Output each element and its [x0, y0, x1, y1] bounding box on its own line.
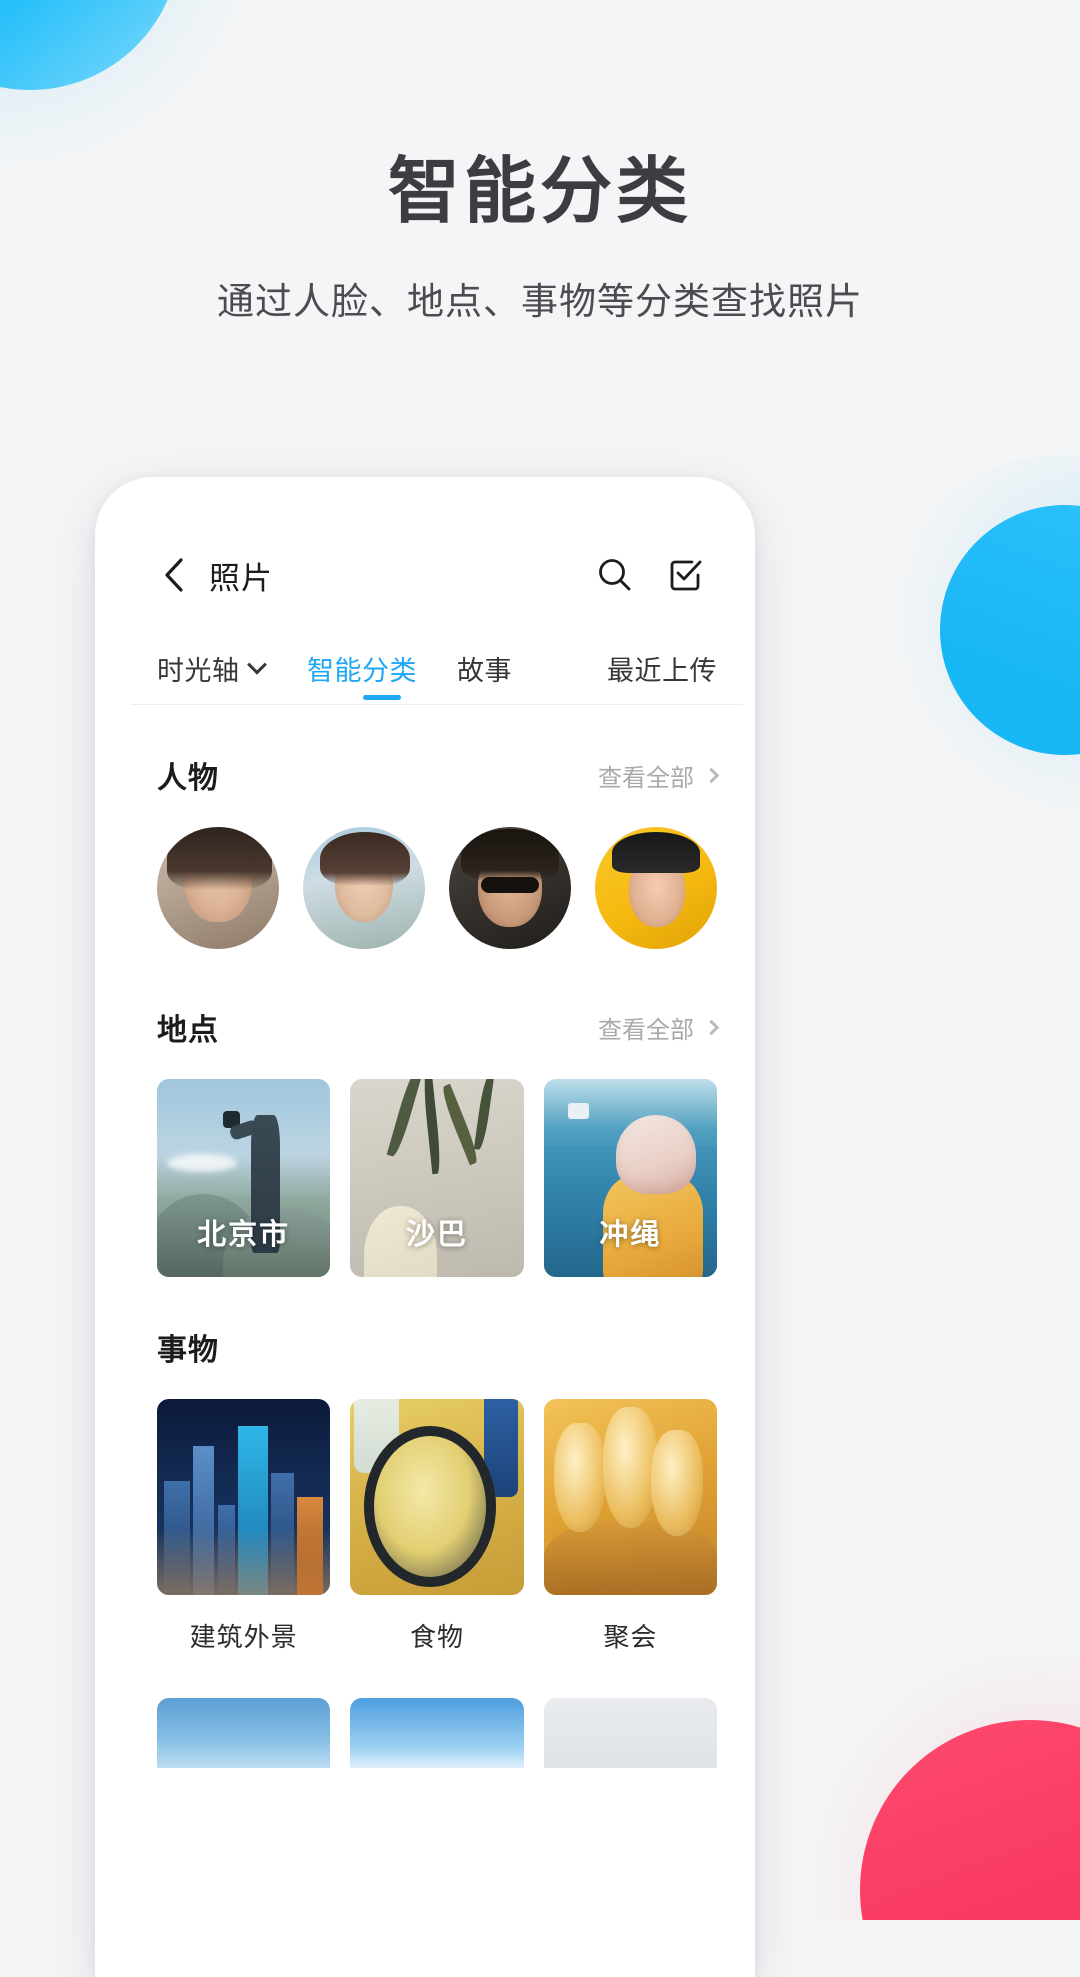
- section-people-header: 人物 查看全部: [157, 705, 720, 827]
- app-navbar: 照片: [131, 531, 743, 619]
- chevron-right-icon: [703, 767, 720, 783]
- hero-section: 智能分类 通过人脸、地点、事物等分类查找照片: [0, 0, 1080, 325]
- bowl-detail: [364, 1426, 496, 1588]
- place-card-label: 北京市: [197, 1219, 291, 1251]
- tab-timeline[interactable]: 时光轴: [157, 649, 307, 704]
- city-glow-detail: [157, 1528, 331, 1595]
- things-grid: 建筑外景 食物 聚会: [157, 1399, 717, 1654]
- person-avatar-3[interactable]: [449, 827, 571, 949]
- leaf-detail: [386, 1079, 424, 1159]
- search-button[interactable]: [589, 549, 641, 601]
- tab-stories[interactable]: 故事: [457, 649, 607, 704]
- tab-smart-category[interactable]: 智能分类: [307, 649, 457, 704]
- phone-screen: 照片 时光轴 智能分类 故事 最近上传 人物 查看全部 地点 查看全部 北京市 …: [107, 489, 743, 1977]
- tab-recent-uploads[interactable]: 最近上传: [607, 649, 717, 704]
- checkbox-select-icon: [670, 560, 702, 591]
- section-things: 事物 建筑外景 食物 聚会: [131, 1277, 743, 1654]
- thing-tile-partial-3[interactable]: [543, 1698, 717, 1768]
- section-things-header: 事物: [157, 1277, 717, 1399]
- page-title: 智能分类: [387, 152, 692, 232]
- hand-detail: [543, 1520, 717, 1595]
- sunglasses-detail: [480, 877, 540, 893]
- thing-tile-food[interactable]: 食物: [350, 1399, 524, 1654]
- section-people: 人物 查看全部: [131, 705, 743, 957]
- section-things-title: 事物: [157, 1334, 219, 1367]
- active-tab-indicator: [363, 695, 401, 700]
- chevron-down-icon: [246, 654, 267, 675]
- back-button[interactable]: [153, 555, 193, 595]
- page-subtitle: 通过人脸、地点、事物等分类查找照片: [217, 280, 863, 322]
- tab-smart-category-label: 智能分类: [307, 656, 417, 686]
- navbar-title: 照片: [209, 560, 273, 596]
- section-people-see-all-label: 查看全部: [598, 764, 694, 792]
- leaf-detail: [473, 1079, 495, 1151]
- thing-tile-label: 聚会: [603, 1622, 658, 1652]
- place-card-label: 冲绳: [599, 1219, 662, 1251]
- section-places-see-all[interactable]: 查看全部: [598, 1010, 720, 1045]
- tab-recent-uploads-label: 最近上传: [607, 656, 717, 686]
- section-places: 地点 查看全部 北京市 沙巴 冲绳: [131, 957, 743, 1277]
- thing-tile-party[interactable]: 聚会: [543, 1399, 717, 1654]
- section-places-header: 地点 查看全部: [157, 957, 720, 1079]
- thing-thumbnail: [350, 1399, 524, 1595]
- people-avatar-row: [157, 827, 717, 957]
- chevron-right-icon: [703, 1019, 720, 1035]
- hat-detail: [616, 1114, 697, 1194]
- person-avatar-1[interactable]: [157, 827, 279, 949]
- section-people-title: 人物: [157, 762, 219, 795]
- select-button[interactable]: [659, 549, 711, 601]
- avatar: [157, 827, 279, 949]
- ship-detail: [567, 1102, 589, 1119]
- leaf-detail: [421, 1079, 443, 1175]
- glass-detail: [651, 1430, 704, 1537]
- glass-detail: [602, 1406, 659, 1529]
- avatar: [303, 827, 425, 949]
- tab-timeline-label: 时光轴: [157, 656, 240, 686]
- thing-tile-partial-2[interactable]: [350, 1698, 524, 1768]
- place-card-okinawa[interactable]: 冲绳: [543, 1079, 717, 1277]
- avatar: [595, 827, 717, 949]
- phone-mockup: 照片 时光轴 智能分类 故事 最近上传 人物 查看全部 地点 查看全部 北京市 …: [95, 477, 755, 1977]
- thing-tile-label: 建筑外景: [189, 1622, 298, 1652]
- person-avatar-2[interactable]: [303, 827, 425, 949]
- section-places-title: 地点: [157, 1014, 219, 1047]
- place-card-beijing[interactable]: 北京市: [157, 1079, 331, 1277]
- place-card-label: 沙巴: [405, 1219, 468, 1251]
- glass-detail: [554, 1422, 607, 1533]
- chevron-left-icon: [165, 558, 183, 592]
- thing-thumbnail: [157, 1399, 331, 1595]
- thing-tile-architecture[interactable]: 建筑外景: [157, 1399, 331, 1654]
- place-card-sabah[interactable]: 沙巴: [350, 1079, 524, 1277]
- thing-tile-label: 食物: [409, 1622, 464, 1652]
- places-card-row: 北京市 沙巴 冲绳: [157, 1079, 717, 1277]
- app-viewport: 照片 时光轴 智能分类 故事 最近上传 人物 查看全部 地点 查看全部 北京市 …: [131, 531, 743, 1977]
- thing-thumbnail: [543, 1399, 717, 1595]
- search-icon: [599, 559, 631, 591]
- section-people-see-all[interactable]: 查看全部: [598, 758, 720, 793]
- section-places-see-all-label: 查看全部: [598, 1016, 694, 1044]
- thing-tile-partial-1[interactable]: [157, 1698, 331, 1768]
- things-next-row-partial: [131, 1698, 743, 1768]
- tab-stories-label: 故事: [457, 656, 512, 686]
- person-avatar-4[interactable]: [595, 827, 717, 949]
- leaf-detail: [439, 1083, 482, 1166]
- cloud-detail: [167, 1154, 237, 1173]
- tab-bar: 时光轴 智能分类 故事 最近上传: [131, 619, 743, 705]
